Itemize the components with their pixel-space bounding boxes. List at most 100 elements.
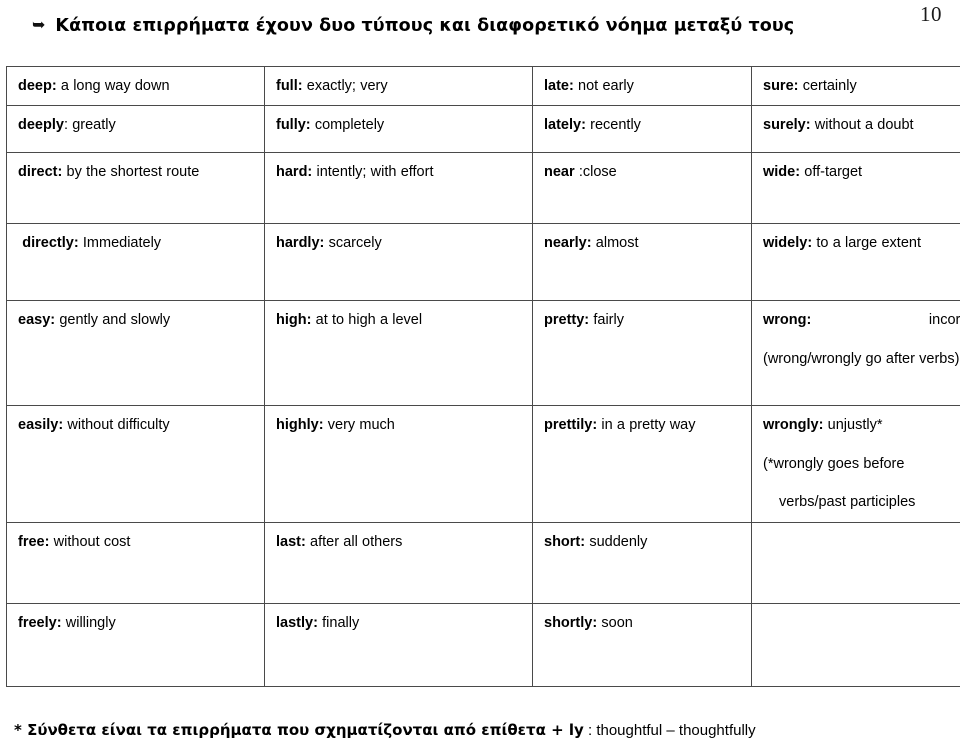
table-row: deeply: greatly fully: completely lately…: [6, 105, 960, 154]
cell-definition: finally: [317, 615, 360, 632]
cell-term: lastly:: [276, 615, 318, 632]
table-cell: hardly: scarcely: [264, 223, 533, 302]
cell-term: prettily:: [544, 417, 598, 434]
footnote: * Σύνθετα είναι τα επιρρήματα που σχηματ…: [14, 721, 756, 739]
cell-definition: Immediately: [78, 235, 162, 252]
table-cell: deeply: greatly: [6, 105, 265, 154]
table-row: deep: a long way down full: exactly; ver…: [6, 65, 960, 107]
heading-text: Κάποια επιρρήματα έχουν δυο τύπους και δ…: [55, 16, 795, 36]
table-cell: freely: willingly: [6, 603, 265, 688]
table-cell: directly: Immediately: [6, 223, 265, 302]
cell-definition: very much: [323, 417, 395, 434]
table-cell: shortly: soon: [532, 603, 752, 688]
table-cell: wide: off-target: [751, 152, 960, 225]
table-cell: prettily: in a pretty way: [532, 405, 752, 524]
table-cell: surely: without a doubt: [751, 105, 960, 154]
cell-term: lately:: [544, 117, 586, 134]
table-cell: free: without cost: [6, 522, 265, 605]
table-cell: direct: by the shortest route: [6, 152, 265, 225]
table-cell: last: after all others: [264, 522, 533, 605]
cell-definition: soon: [597, 615, 633, 632]
cell-term: surely:: [763, 117, 811, 134]
cell-definition: suddenly: [585, 534, 648, 551]
cell-term: near: [544, 164, 575, 181]
cell-term: sure:: [763, 78, 799, 94]
cell-definition: incorrectly: [928, 312, 960, 329]
footnote-english: : thoughtful – thoughtfully: [583, 722, 756, 739]
cell-definition: off-target: [800, 164, 863, 181]
table-cell: short: suddenly: [532, 522, 752, 605]
cell-term: shortly:: [544, 615, 598, 632]
cell-definition: in a pretty way: [597, 417, 696, 434]
cell-definition: at to high a level: [311, 312, 423, 329]
cell-term: high:: [276, 312, 312, 329]
cell-term: easy:: [18, 312, 56, 329]
cell-term: widely:: [763, 235, 813, 252]
heading: ➥ Κάποια επιρρήματα έχουν δυο τύπους και…: [32, 16, 880, 36]
cell-definition: gently and slowly: [55, 312, 171, 329]
cell-note: (wrong/wrongly go after verbs): [763, 350, 960, 367]
cell-term: freely:: [18, 615, 62, 632]
cell-term: wrongly:: [763, 417, 824, 434]
cell-definition: almost: [591, 235, 639, 252]
table-row: free: without cost last: after all other…: [6, 522, 960, 605]
cell-definition: to a large extent: [812, 235, 921, 252]
cell-note: (*wrongly goes before: [763, 455, 905, 472]
cell-term: late:: [544, 78, 574, 94]
cell-term: short:: [544, 534, 586, 551]
table-cell: sure: certainly: [751, 65, 960, 107]
table-cell: easy: gently and slowly: [6, 300, 265, 407]
cell-term: deeply: [18, 117, 64, 134]
cell-definition: : greatly: [63, 117, 116, 134]
cell-definition: certainly: [798, 78, 857, 94]
table-cell: easily: without difficulty: [6, 405, 265, 524]
table-cell: highly: very much: [264, 405, 533, 524]
cell-definition: exactly; very: [302, 78, 388, 94]
cell-term: deep:: [18, 78, 57, 94]
slide-page: 10 ➥ Κάποια επιρρήματα έχουν δυο τύπους …: [0, 0, 960, 752]
cell-definition: by the shortest route: [62, 164, 200, 181]
page-number: 10: [920, 2, 942, 26]
cell-term: highly:: [276, 417, 324, 434]
table-row: directly: Immediately hardly: scarcely n…: [6, 223, 960, 302]
cell-definition: without a doubt: [810, 117, 914, 134]
cell-term: easily:: [18, 417, 64, 434]
cell-term: wide:: [763, 164, 801, 181]
cell-definition: not early: [573, 78, 634, 94]
cell-term: free:: [18, 534, 50, 551]
cell-definition: recently: [585, 117, 641, 134]
table-cell: pretty: fairly: [532, 300, 752, 407]
cell-definition: a long way down: [56, 78, 170, 94]
cell-definition: fairly: [589, 312, 624, 329]
cell-definition: :close: [574, 164, 617, 181]
arrow-bullet-icon: ➥: [32, 15, 46, 34]
table-cell: wrong: incorrectly (wrong/wrongly go afte…: [751, 300, 960, 407]
table-cell: late: not early: [532, 65, 752, 107]
table-cell: high: at to high a level: [264, 300, 533, 407]
cell-definition: willingly: [61, 615, 116, 632]
table-cell: hard: intently; with effort: [264, 152, 533, 225]
cell-term: full:: [276, 78, 303, 94]
table-cell: wrongly: unjustly* (*wrongly goes before v…: [751, 405, 960, 524]
table-row: easy: gently and slowly high: at to high…: [6, 300, 960, 407]
cell-term: pretty:: [544, 312, 590, 329]
table-row: direct: by the shortest route hard: inte…: [6, 152, 960, 225]
table-cell: deep: a long way down: [6, 65, 265, 107]
cell-definition: scarcely: [324, 235, 382, 252]
cell-definition: without difficulty: [63, 417, 170, 434]
table-row: freely: willingly lastly: finally shortl…: [6, 603, 960, 688]
cell-note-continued: verbs/past participles: [779, 494, 916, 511]
adverbs-table: deep: a long way down full: exactly; ver…: [6, 65, 960, 688]
table-cell: fully: completely: [264, 105, 533, 154]
cell-term: direct:: [18, 164, 63, 181]
cell-term: directly:: [22, 235, 79, 252]
cell-definition: unjustly*: [823, 417, 883, 434]
table-cell: near :close: [532, 152, 752, 225]
cell-term: wrong:: [763, 312, 812, 329]
table-cell: full: exactly; very: [264, 65, 533, 107]
table-cell: nearly: almost: [532, 223, 752, 302]
table-cell: widely: to a large extent: [751, 223, 960, 302]
cell-term: last:: [276, 534, 306, 551]
cell-definition: without cost: [49, 534, 131, 551]
cell-definition: after all others: [305, 534, 403, 551]
